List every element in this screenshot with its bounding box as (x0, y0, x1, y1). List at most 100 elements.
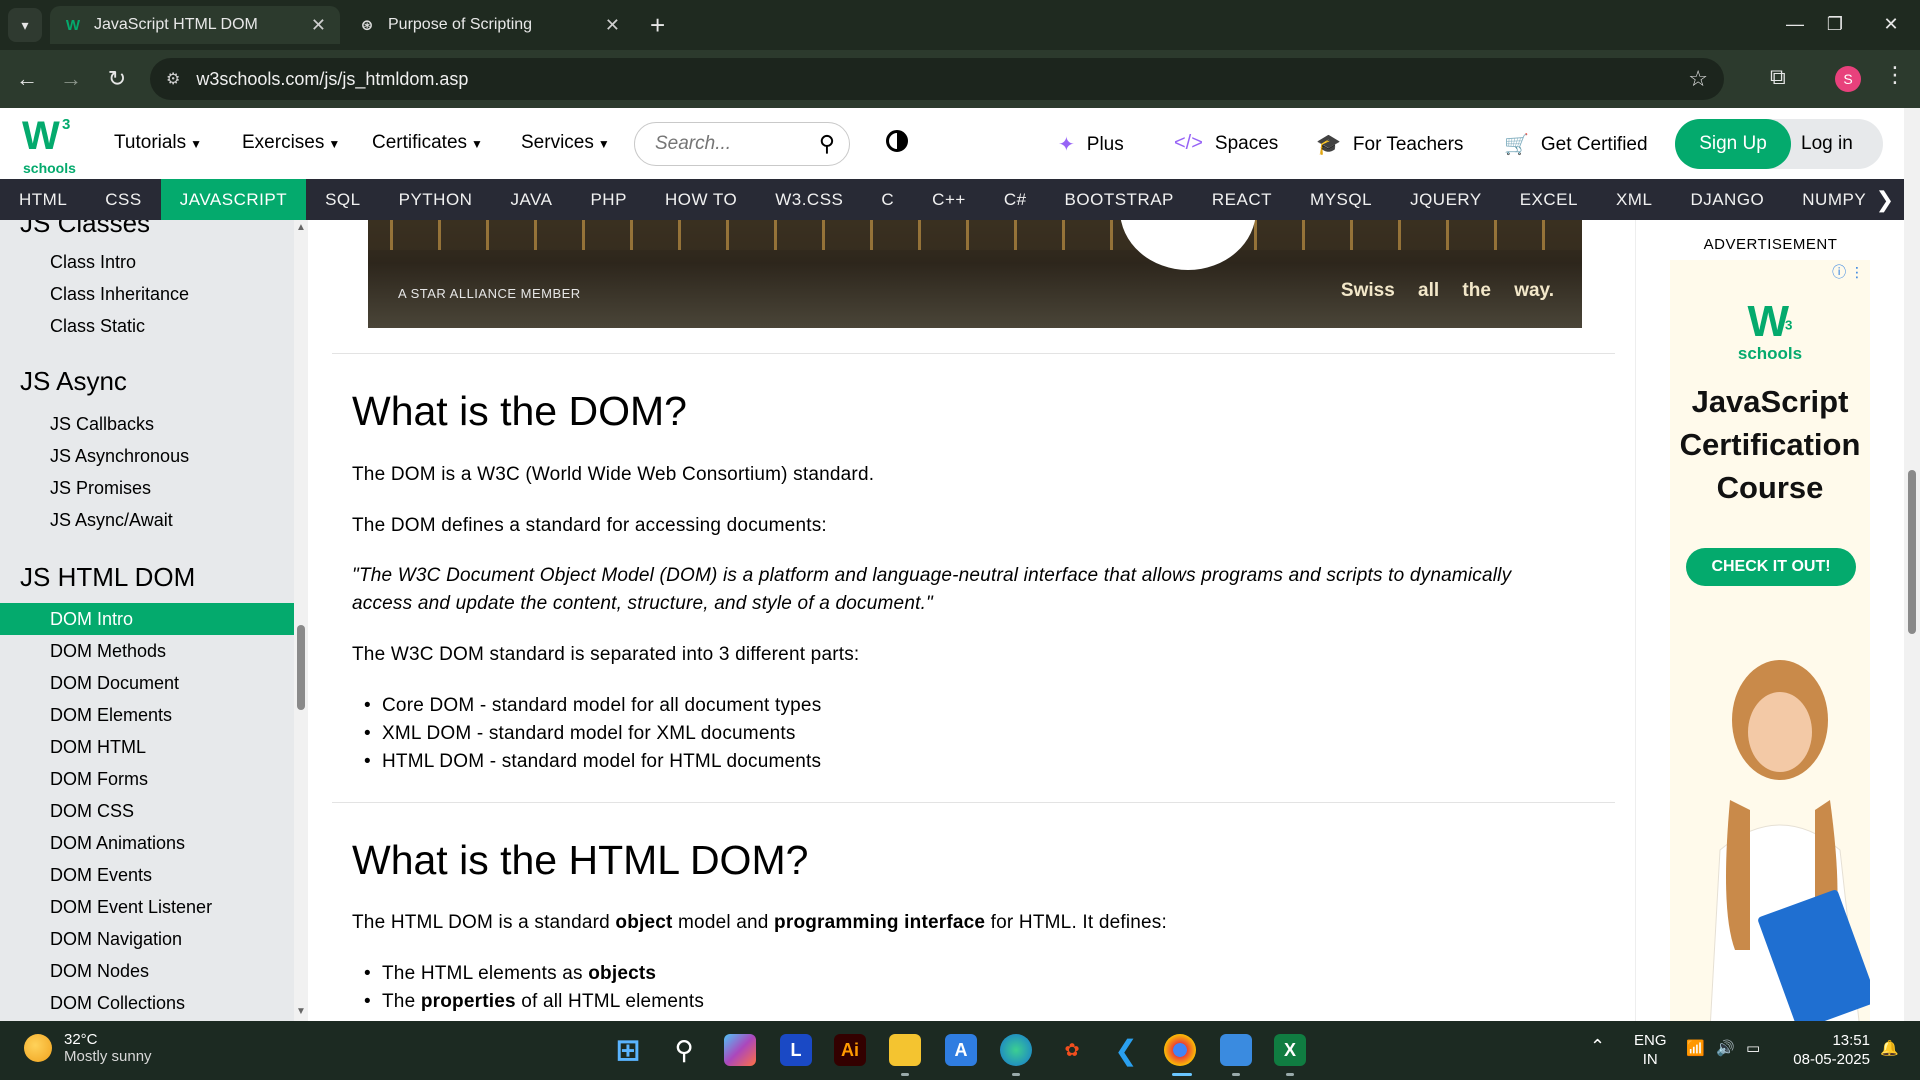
topnav-item-excel[interactable]: EXCEL (1501, 179, 1597, 220)
search-input[interactable]: Search... ⚲ (634, 122, 850, 166)
volume-icon[interactable]: 🔊 (1716, 1039, 1735, 1058)
sidebar-item-callbacks[interactable]: JS Callbacks (0, 408, 294, 440)
check-it-out-button[interactable]: CHECK IT OUT! (1686, 548, 1856, 586)
topnav-item-jquery[interactable]: JQUERY (1391, 179, 1501, 220)
back-arrow-icon[interactable]: ← (12, 64, 42, 94)
menu-certificates[interactable]: Certificates ▼ (372, 132, 483, 154)
log-in-button[interactable]: Log in (1801, 119, 1853, 169)
wifi-icon[interactable]: 📶 (1686, 1039, 1705, 1058)
w3schools-logo[interactable]: W 3 schools (22, 114, 76, 176)
sidebar-item-dom-methods[interactable]: DOM Methods (0, 635, 294, 667)
address-bar[interactable]: ⚙ w3schools.com/js/js_htmldom.asp ☆ (150, 58, 1724, 100)
search-icon[interactable]: ⚲ (819, 131, 835, 157)
chrome-icon[interactable] (1164, 1034, 1196, 1066)
vscode-icon[interactable]: ❮ (1110, 1034, 1142, 1066)
topnav-item-numpy[interactable]: NUMPY (1783, 179, 1885, 220)
notification-bell-icon[interactable]: 🔔 (1880, 1039, 1899, 1058)
file-explorer-icon[interactable] (889, 1034, 921, 1066)
windows-start-icon[interactable]: ⊞ (612, 1034, 644, 1067)
topnav-item-cpp[interactable]: C++ (913, 179, 985, 220)
topnav-item-react[interactable]: REACT (1193, 179, 1291, 220)
browser-tab[interactable]: ⊛ Purpose of Scripting ✕ (344, 6, 634, 44)
close-icon[interactable]: ✕ (311, 15, 326, 36)
get-certified-link[interactable]: 🛒 Get Certified (1504, 132, 1648, 157)
illustrator-icon[interactable]: Ai (834, 1034, 866, 1066)
topnav-item-css[interactable]: CSS (86, 179, 160, 220)
sidebar-item-async-await[interactable]: JS Async/Await (0, 504, 294, 536)
sign-up-button[interactable]: Sign Up (1675, 119, 1791, 169)
topnav-item-python[interactable]: PYTHON (380, 179, 492, 220)
edge-icon[interactable] (1000, 1034, 1032, 1066)
photos-icon[interactable] (1220, 1034, 1252, 1066)
site-settings-icon[interactable]: ⚙ (166, 69, 180, 89)
for-teachers-link[interactable]: 🎓 For Teachers (1316, 132, 1463, 157)
sidebar-item-dom-html[interactable]: DOM HTML (0, 731, 294, 763)
language-indicator[interactable]: ENG IN (1634, 1031, 1667, 1069)
weather-widget[interactable]: 32°C Mostly sunny (24, 1031, 152, 1065)
sidebar-item-dom-css[interactable]: DOM CSS (0, 795, 294, 827)
sidebar-item-promises[interactable]: JS Promises (0, 472, 294, 504)
ad-info-icon[interactable]: ⓘ ⋮ (1832, 262, 1864, 282)
clock[interactable]: 13:51 08-05-2025 (1780, 1031, 1870, 1069)
menu-services[interactable]: Services ▼ (521, 132, 610, 154)
menu-tutorials[interactable]: Tutorials ▼ (114, 132, 202, 154)
swiss-ad-banner[interactable]: A STAR ALLIANCE MEMBER Swiss all the way… (368, 220, 1582, 328)
chevron-right-icon[interactable]: ❯ (1876, 179, 1894, 220)
sidebar-scrollbar[interactable]: ▲ ▼ (294, 220, 308, 1021)
l-app-icon[interactable]: L (780, 1034, 812, 1066)
copilot-icon[interactable] (724, 1034, 756, 1066)
sidebar-item-dom-intro[interactable]: DOM Intro (0, 603, 294, 635)
topnav-item-html[interactable]: HTML (0, 179, 86, 220)
extensions-puzzle-icon[interactable]: ⧉ (1770, 64, 1786, 90)
topnav-item-howto[interactable]: HOW TO (646, 179, 756, 220)
sidebar-item-dom-events[interactable]: DOM Events (0, 859, 294, 891)
topnav-item-xml[interactable]: XML (1597, 179, 1671, 220)
scroll-down-icon[interactable]: ▼ (296, 1006, 306, 1017)
scroll-up-icon[interactable]: ▲ (296, 222, 306, 233)
sidebar-item-dom-animations[interactable]: DOM Animations (0, 827, 294, 859)
battery-icon[interactable]: ▭ (1746, 1039, 1760, 1058)
tab-search-button[interactable]: ▾ (8, 8, 42, 42)
dark-mode-toggle-icon[interactable] (886, 130, 908, 152)
plus-link[interactable]: ✦ Plus (1058, 132, 1124, 157)
bookmark-star-icon[interactable]: ☆ (1688, 66, 1708, 92)
search-icon[interactable]: ⚲ (668, 1034, 700, 1066)
reload-icon[interactable]: ↻ (102, 64, 132, 94)
topnav-item-mysql[interactable]: MYSQL (1291, 179, 1391, 220)
sidebar-item-class-intro[interactable]: Class Intro (0, 246, 294, 278)
forward-arrow-icon[interactable]: → (56, 64, 86, 94)
sidebar-scroll-thumb[interactable] (297, 625, 305, 710)
new-tab-button[interactable]: + (650, 8, 665, 42)
page-scrollbar[interactable] (1904, 108, 1920, 1021)
topnav-item-sql[interactable]: SQL (306, 179, 380, 220)
sidebar-item-dom-event-listener[interactable]: DOM Event Listener (0, 891, 294, 923)
topnav-item-bootstrap[interactable]: BOOTSTRAP (1046, 179, 1193, 220)
sidebar-item-dom-collections[interactable]: DOM Collections (0, 987, 294, 1019)
topnav-item-django[interactable]: DJANGO (1671, 179, 1783, 220)
sidebar-item-dom-elements[interactable]: DOM Elements (0, 699, 294, 731)
browser-tab-active[interactable]: W JavaScript HTML DOM ✕ (50, 6, 340, 44)
profile-avatar[interactable]: S (1835, 66, 1861, 92)
topnav-item-w3css[interactable]: W3.CSS (756, 179, 862, 220)
menu-exercises[interactable]: Exercises ▼ (242, 132, 340, 154)
topnav-item-javascript[interactable]: JAVASCRIPT (160, 179, 307, 220)
spaces-link[interactable]: </> Spaces (1174, 132, 1278, 155)
topnav-item-c[interactable]: C (862, 179, 913, 220)
sidebar-item-class-static[interactable]: Class Static (0, 310, 294, 342)
figma-icon[interactable]: ✿ (1056, 1034, 1088, 1066)
topnav-item-php[interactable]: PHP (571, 179, 645, 220)
sidebar-item-dom-nodes[interactable]: DOM Nodes (0, 955, 294, 987)
sidebar-item-dom-navigation[interactable]: DOM Navigation (0, 923, 294, 955)
topnav-item-csharp[interactable]: C# (985, 179, 1046, 220)
sidebar-item-class-inheritance[interactable]: Class Inheritance (0, 278, 294, 310)
sidebar-item-dom-forms[interactable]: DOM Forms (0, 763, 294, 795)
maximize-icon[interactable]: ❐ (1810, 6, 1860, 42)
app-a-icon[interactable]: A (945, 1034, 977, 1066)
page-scroll-thumb[interactable] (1908, 470, 1916, 634)
browser-menu-icon[interactable]: ⋮ (1884, 62, 1906, 88)
close-icon[interactable]: ✕ (605, 15, 620, 36)
chevron-up-icon[interactable]: ⌃ (1590, 1037, 1605, 1056)
excel-icon[interactable]: X (1274, 1034, 1306, 1066)
sidebar-item-asynchronous[interactable]: JS Asynchronous (0, 440, 294, 472)
window-close-icon[interactable]: ✕ (1866, 6, 1916, 42)
